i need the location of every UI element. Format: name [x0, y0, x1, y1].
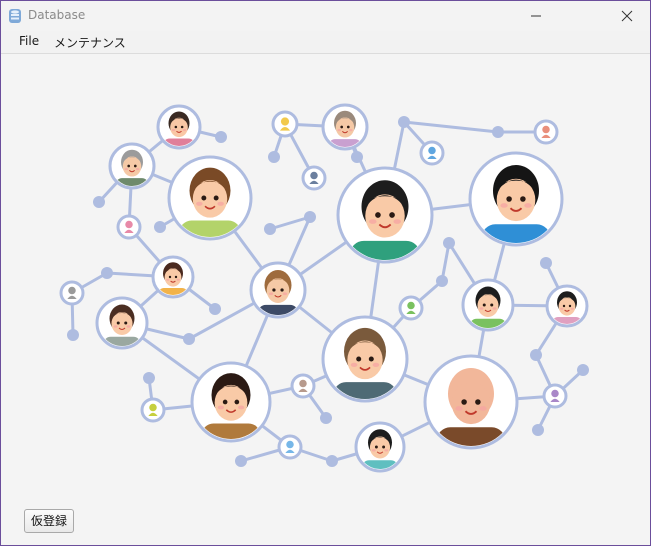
network-node-dot [443, 237, 455, 249]
network-node-dot [143, 372, 155, 384]
network-node-dot [530, 349, 542, 361]
person-icon [277, 434, 303, 460]
person-avatar [468, 151, 564, 247]
network-node-dot [209, 303, 221, 315]
person-avatar [321, 103, 369, 151]
person-icon [398, 295, 424, 321]
network-node-dot [304, 211, 316, 223]
network-node-dot [320, 412, 332, 424]
person-avatar [151, 255, 195, 299]
database-app-icon [9, 9, 21, 23]
person-avatar [461, 278, 515, 332]
network-node-dot [93, 196, 105, 208]
network-node-dot [577, 364, 589, 376]
person-icon [419, 140, 445, 166]
person-avatar [423, 354, 519, 450]
person-avatar [336, 166, 434, 264]
title-bar[interactable]: Database [1, 1, 650, 31]
network-node-dot [351, 151, 363, 163]
person-icon [301, 165, 327, 191]
menu-file[interactable]: File [19, 34, 39, 48]
person-icon [271, 110, 299, 138]
person-avatar [108, 142, 156, 190]
menu-bar: File メンテナンス [1, 31, 650, 54]
window-title: Database [28, 8, 86, 22]
network-node-dot [235, 455, 247, 467]
network-node-dot [436, 275, 448, 287]
network-node-dot [183, 333, 195, 345]
person-icon [542, 383, 568, 409]
person-icon [59, 280, 85, 306]
provisional-register-button[interactable]: 仮登録 [24, 509, 74, 533]
network-node-dot [268, 151, 280, 163]
person-avatar [156, 104, 202, 150]
person-avatar [95, 296, 149, 350]
network-node-dot [67, 329, 79, 341]
network-node-dot [398, 116, 410, 128]
person-icon [533, 119, 559, 145]
network-node-dot [215, 131, 227, 143]
minimize-icon[interactable] [512, 1, 558, 31]
network-node-dot [326, 455, 338, 467]
person-icon [140, 397, 166, 423]
people-network-illustration [59, 103, 589, 473]
network-node-dot [101, 267, 113, 279]
person-icon [290, 373, 316, 399]
network-node-dot [540, 257, 552, 269]
network-node-dot [264, 223, 276, 235]
network-illustration-area [1, 54, 650, 545]
app-window: Database File メンテナンス 仮登録 [0, 0, 651, 546]
close-icon[interactable] [603, 1, 649, 31]
network-node-dot [492, 126, 504, 138]
network-link [402, 120, 500, 134]
network-node-dot [154, 221, 166, 233]
network-node-dot [532, 424, 544, 436]
person-avatar [354, 421, 406, 473]
person-avatar [321, 315, 409, 403]
menu-maintenance[interactable]: メンテナンス [54, 34, 126, 51]
person-avatar [190, 361, 272, 443]
person-avatar [249, 261, 307, 319]
person-icon [116, 214, 142, 240]
